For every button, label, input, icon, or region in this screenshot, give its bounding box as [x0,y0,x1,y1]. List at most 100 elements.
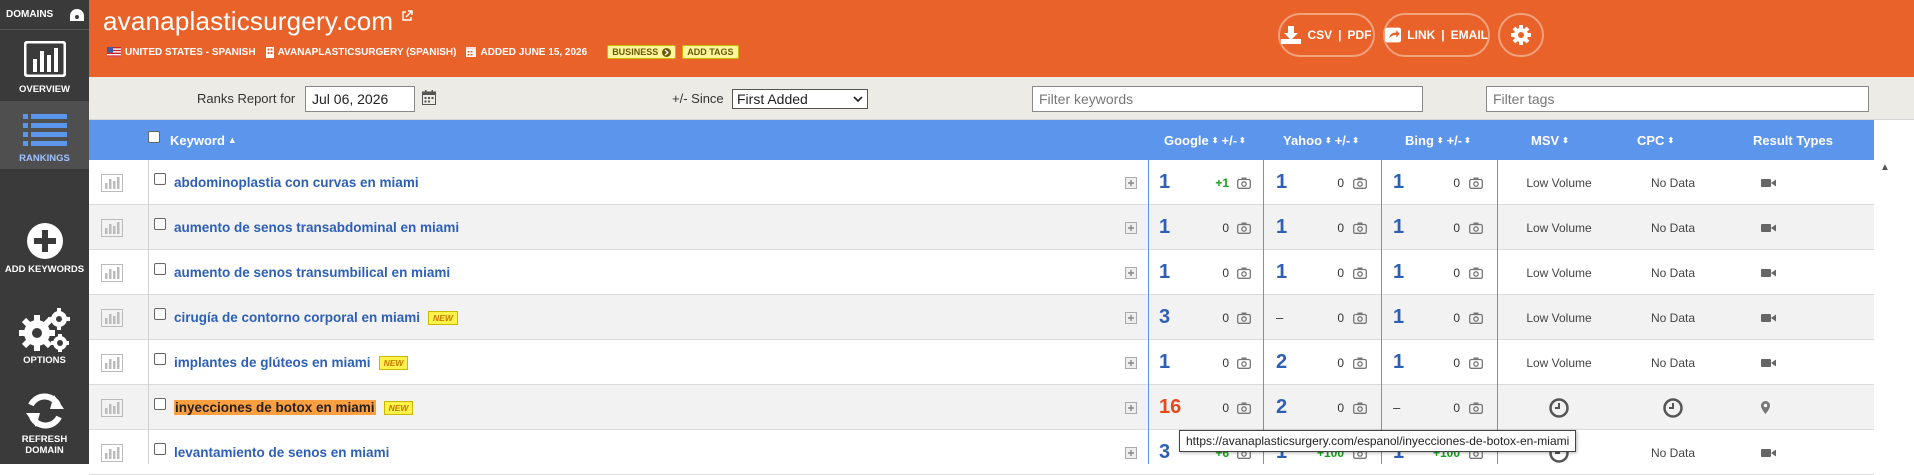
row-checkbox[interactable] [154,443,166,455]
select-all-checkbox[interactable] [148,131,160,143]
camera-icon[interactable] [1237,312,1251,324]
bing-rank[interactable]: 1 [1393,351,1404,374]
keyword-link[interactable]: levantamiento de senos en miami [174,445,389,460]
rank-chart-icon[interactable] [101,308,123,327]
external-link-icon[interactable] [401,10,413,22]
export-button[interactable]: CSV | PDF [1278,13,1375,57]
google-rank[interactable]: 16 [1159,396,1181,419]
yahoo-rank[interactable]: – [1276,310,1283,325]
camera-icon[interactable] [1469,267,1483,279]
keyword-link[interactable]: implantes de glúteos en miami [174,355,371,370]
camera-icon[interactable] [1469,222,1483,234]
rank-chart-icon[interactable] [101,398,123,417]
bing-rank[interactable]: 1 [1393,261,1404,284]
sidebar-item-options[interactable]: OPTIONS [0,307,89,375]
camera-icon[interactable] [1237,177,1251,189]
camera-icon[interactable] [1353,312,1367,324]
keyword-header[interactable]: Keyword ▲ [148,120,1008,160]
google-change-header[interactable]: +/- [1221,133,1237,148]
google-rank[interactable]: 3 [1159,441,1170,464]
keyword-link[interactable]: abdominoplastia con curvas en miami [174,175,419,190]
bing-rank[interactable]: 1 [1393,216,1404,239]
yahoo-change-header[interactable]: +/- [1335,133,1351,148]
domains-header[interactable]: DOMAINS [0,0,89,30]
yahoo-rank[interactable]: 1 [1276,171,1287,194]
rank-chart-icon[interactable] [101,443,123,462]
camera-icon[interactable] [1237,402,1251,414]
camera-icon[interactable] [1237,222,1251,234]
camera-icon[interactable] [1353,357,1367,369]
row-checkbox[interactable] [154,353,166,365]
camera-icon[interactable] [1237,357,1251,369]
row-checkbox[interactable] [154,173,166,185]
add-tags-button[interactable]: ADD TAGS [682,45,739,59]
expand-icon[interactable] [1125,311,1137,324]
keyword-link[interactable]: aumento de senos transabdominal en miami [174,220,459,235]
row-checkbox[interactable] [154,398,166,410]
camera-icon[interactable] [1469,177,1483,189]
keyword-link[interactable]: cirugía de contorno corporal en miami [174,310,420,325]
bing-rank[interactable]: 1 [1393,306,1404,329]
export-csv[interactable]: CSV [1307,28,1332,42]
sidebar-item-rankings[interactable]: RANKINGS [0,101,89,169]
sidebar-item-add-keywords[interactable]: ADD KEYWORDS [0,222,89,290]
camera-icon[interactable] [1353,267,1367,279]
google-rank[interactable]: 1 [1159,216,1170,239]
rank-chart-icon[interactable] [101,353,123,372]
rank-chart-icon[interactable] [101,218,123,237]
bing-change-header[interactable]: +/- [1447,133,1463,148]
yahoo-rank[interactable]: 2 [1276,396,1287,419]
filter-tags-input[interactable]: Filter tags [1486,86,1869,112]
expand-icon[interactable] [1125,446,1137,459]
expand-icon[interactable] [1125,401,1137,414]
rank-chart-icon[interactable] [101,173,123,192]
google-rank[interactable]: 3 [1159,306,1170,329]
share-button[interactable]: LINK | EMAIL [1383,13,1490,57]
bing-rank[interactable]: – [1393,400,1400,415]
camera-icon[interactable] [1469,312,1483,324]
scrollbar[interactable]: ▲ [1874,120,1914,464]
share-link[interactable]: LINK [1407,28,1435,42]
camera-icon[interactable] [1237,267,1251,279]
cpc-header[interactable]: CPC ⬍ [1637,120,1697,160]
google-rank[interactable]: 1 [1159,261,1170,284]
sidebar-item-refresh-domain[interactable]: REFRESH DOMAIN [0,391,89,464]
settings-button[interactable] [1498,13,1544,57]
business-tag[interactable]: BUSINESS [607,45,677,59]
camera-icon[interactable] [1353,402,1367,414]
report-date-input[interactable]: Jul 06, 2026 [305,86,415,112]
google-header[interactable]: Google ⬍ +/- ⬍ [1164,120,1279,160]
keyword-link[interactable]: aumento de senos transumbilical en miami [174,265,450,280]
yahoo-rank[interactable]: 1 [1276,216,1287,239]
share-email[interactable]: EMAIL [1451,28,1488,42]
expand-icon[interactable] [1125,176,1137,189]
sidebar-item-overview[interactable]: OVERVIEW [0,31,89,99]
expand-icon[interactable] [1125,266,1137,279]
row-checkbox[interactable] [154,218,166,230]
row-checkbox[interactable] [154,308,166,320]
camera-icon[interactable] [1469,357,1483,369]
filter-keywords-input[interactable]: Filter keywords [1032,86,1423,112]
row-checkbox[interactable] [154,263,166,275]
domain-title[interactable]: avanaplasticsurgery.com [103,6,413,37]
camera-icon[interactable] [1353,177,1367,189]
expand-icon[interactable] [1125,221,1137,234]
yahoo-header[interactable]: Yahoo ⬍ +/- ⬍ [1283,120,1398,160]
calendar-picker-icon[interactable] [422,90,436,105]
keyword-link[interactable]: inyecciones de botox en miami [174,400,376,415]
remove-tag-icon[interactable] [662,47,672,57]
yahoo-rank[interactable]: 2 [1276,351,1287,374]
google-rank[interactable]: 1 [1159,351,1170,374]
camera-icon[interactable] [1353,222,1367,234]
scroll-up-icon[interactable]: ▲ [1880,162,1890,173]
expand-icon[interactable] [1125,356,1137,369]
rank-chart-icon[interactable] [101,263,123,282]
google-rank[interactable]: 1 [1159,171,1170,194]
export-pdf[interactable]: PDF [1348,28,1372,42]
msv-header[interactable]: MSV ⬍ [1531,120,1591,160]
since-select[interactable]: First Added [732,89,868,109]
bing-rank[interactable]: 1 [1393,171,1404,194]
camera-icon[interactable] [1469,402,1483,414]
yahoo-rank[interactable]: 1 [1276,261,1287,284]
bing-header[interactable]: Bing ⬍ +/- ⬍ [1405,120,1520,160]
